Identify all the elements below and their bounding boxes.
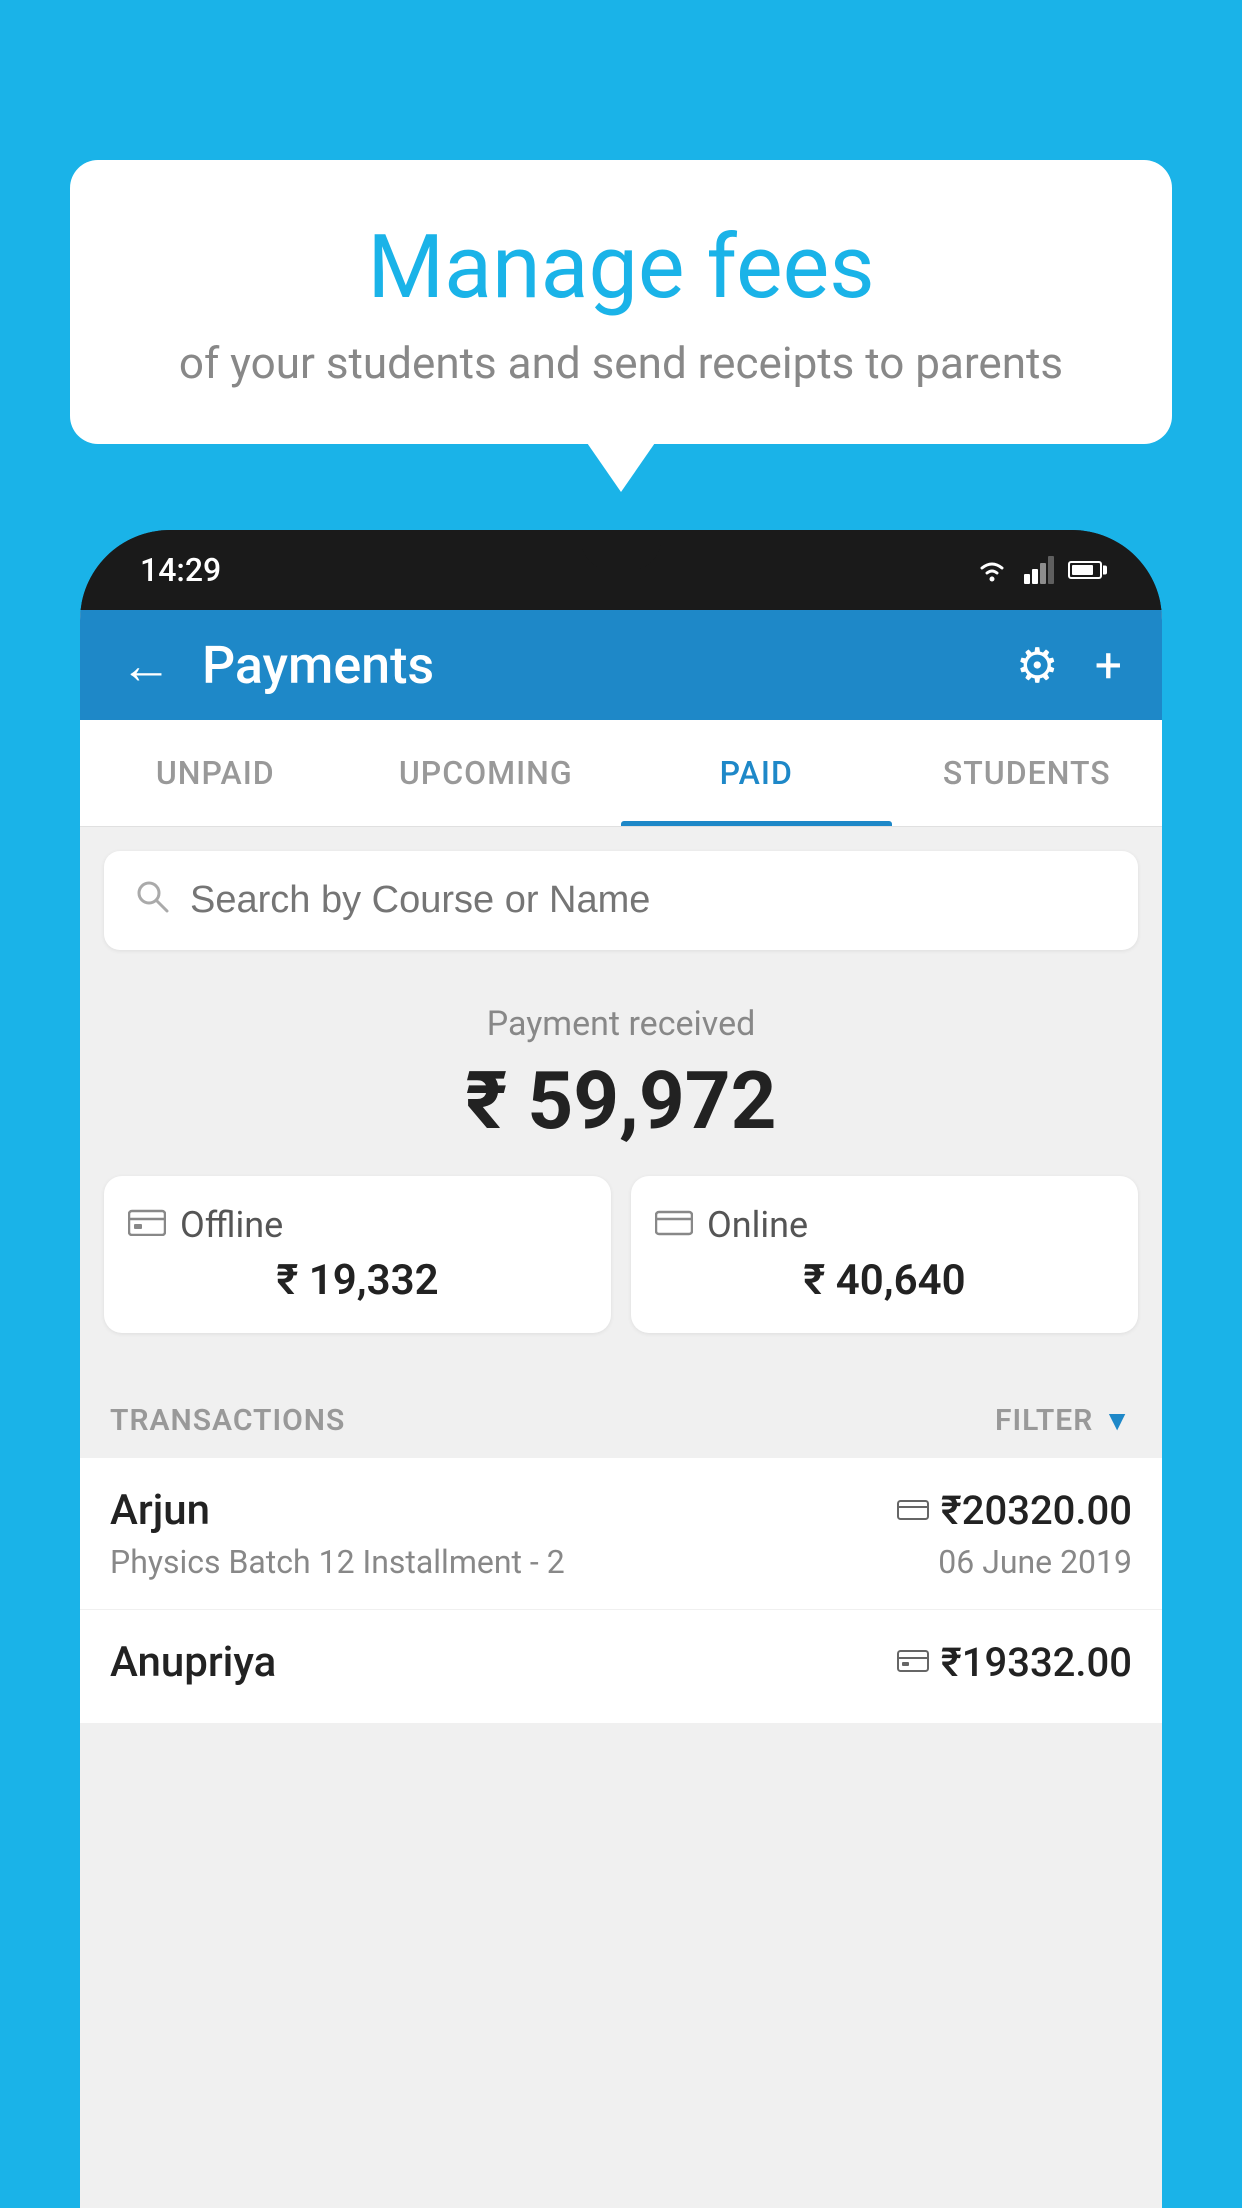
phone-time: 14:29 — [140, 551, 221, 589]
payment-type-icon — [897, 1644, 929, 1682]
filter-label: FILTER — [995, 1403, 1093, 1438]
header-left: ← Payments — [120, 635, 434, 696]
add-button[interactable]: + — [1095, 637, 1122, 694]
transaction-amount-row: ₹19332.00 — [897, 1639, 1132, 1686]
offline-icon — [128, 1205, 166, 1245]
wifi-icon — [974, 556, 1010, 584]
search-input[interactable] — [190, 879, 1108, 922]
header-title: Payments — [202, 635, 434, 696]
tab-paid[interactable]: PAID — [621, 720, 892, 826]
bubble-title: Manage fees — [120, 220, 1122, 317]
back-button[interactable]: ← — [120, 635, 172, 696]
transaction-name: Anupriya — [110, 1638, 276, 1687]
transaction-row[interactable]: Anupriya ₹19332.00 — [80, 1610, 1162, 1724]
search-bar[interactable] — [104, 851, 1138, 950]
online-card-header: Online — [655, 1204, 1114, 1246]
transaction-amount: ₹19332.00 — [941, 1639, 1132, 1686]
online-icon — [655, 1205, 693, 1245]
payment-received-label: Payment received — [80, 1004, 1162, 1044]
phone-notch — [581, 530, 661, 570]
transaction-bottom: Physics Batch 12 Installment - 2 06 June… — [110, 1543, 1132, 1581]
search-icon — [134, 877, 170, 924]
transaction-row[interactable]: Arjun ₹20320.00 Physics Batch 12 Install… — [80, 1458, 1162, 1610]
offline-card-header: Offline — [128, 1204, 587, 1246]
filter-button[interactable]: FILTER ▼ — [995, 1403, 1132, 1438]
filter-icon: ▼ — [1103, 1404, 1132, 1437]
offline-label: Offline — [180, 1204, 283, 1246]
tabs: UNPAID UPCOMING PAID STUDENTS — [80, 720, 1162, 827]
header-right: ⚙ + — [1016, 637, 1122, 694]
online-label: Online — [707, 1204, 808, 1246]
offline-amount: ₹ 19,332 — [128, 1256, 587, 1305]
status-icons — [974, 556, 1102, 584]
payment-total-amount: ₹ 59,972 — [80, 1054, 1162, 1148]
battery-icon — [1068, 561, 1102, 579]
online-amount: ₹ 40,640 — [655, 1256, 1114, 1305]
phone-frame: 14:29 — [80, 530, 1162, 2208]
speech-bubble: Manage fees of your students and send re… — [70, 160, 1172, 444]
transaction-description: Physics Batch 12 Installment - 2 — [110, 1543, 565, 1581]
transaction-top: Anupriya ₹19332.00 — [110, 1638, 1132, 1687]
transactions-header: TRANSACTIONS FILTER ▼ — [80, 1383, 1162, 1458]
transaction-amount-row: ₹20320.00 — [897, 1487, 1132, 1534]
payment-cards: Offline ₹ 19,332 Online ₹ — [80, 1176, 1162, 1363]
settings-button[interactable]: ⚙ — [1016, 637, 1059, 694]
phone-status-bar: 14:29 — [80, 530, 1162, 610]
phone-screen: ← Payments ⚙ + UNPAID UPCOMING PAID STUD… — [80, 610, 1162, 2208]
app-header: ← Payments ⚙ + — [80, 610, 1162, 720]
transaction-amount: ₹20320.00 — [941, 1487, 1132, 1534]
online-card: Online ₹ 40,640 — [631, 1176, 1138, 1333]
bubble-subtitle: of your students and send receipts to pa… — [120, 337, 1122, 389]
tab-students[interactable]: STUDENTS — [892, 720, 1163, 826]
offline-card: Offline ₹ 19,332 — [104, 1176, 611, 1333]
transactions-label: TRANSACTIONS — [110, 1403, 345, 1438]
transaction-top: Arjun ₹20320.00 — [110, 1486, 1132, 1535]
signal-icon — [1024, 556, 1054, 584]
payment-type-icon — [897, 1492, 929, 1530]
tab-upcoming[interactable]: UPCOMING — [351, 720, 622, 826]
transaction-name: Arjun — [110, 1486, 210, 1535]
transaction-date: 06 June 2019 — [938, 1543, 1132, 1581]
payment-summary: Payment received ₹ 59,972 Offline — [80, 974, 1162, 1383]
tab-unpaid[interactable]: UNPAID — [80, 720, 351, 826]
